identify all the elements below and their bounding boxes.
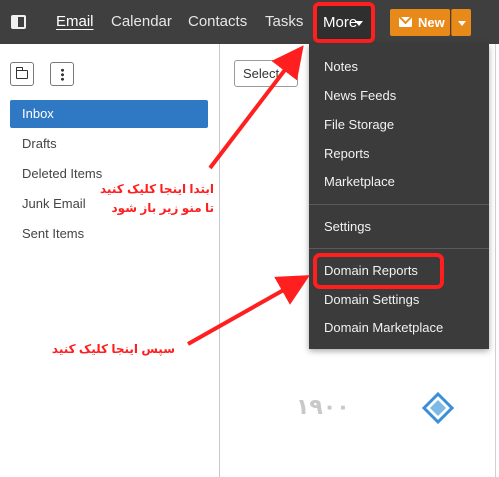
more-menu-button[interactable]: More (313, 2, 375, 43)
folder-inbox[interactable]: Inbox (10, 100, 208, 128)
watermark-diamond-icon (421, 391, 455, 425)
nav-email[interactable]: Email (56, 0, 94, 44)
new-folder-button[interactable] (10, 62, 34, 86)
chevron-down-icon (458, 21, 466, 26)
menu-separator (309, 248, 489, 249)
new-label: New (418, 15, 445, 30)
folder-drafts[interactable]: Drafts (10, 130, 208, 158)
menu-item-notes[interactable]: Notes (309, 53, 489, 81)
menu-item-marketplace[interactable]: Marketplace (309, 168, 489, 196)
annotation-step-one-line2: تا منو زیر باز شود (111, 201, 214, 215)
annotation-step-one-line1: ابتدا اینجا کلیک کنید (99, 182, 214, 196)
menu-separator (309, 204, 489, 205)
chevron-down-icon (355, 21, 363, 26)
top-navigation-bar: Email Calendar Contacts Tasks More New (0, 0, 499, 44)
select-button[interactable]: Select (234, 60, 298, 87)
menu-item-news-feeds[interactable]: News Feeds (309, 82, 489, 110)
watermark-logo: ۱۹۰۰ (296, 388, 456, 428)
panel-divider (495, 44, 496, 477)
annotation-step-one: ابتدا اینجا کلیک کنید تا منو زیر باز شود (99, 180, 214, 218)
more-label: More (323, 14, 358, 31)
menu-item-domain-settings[interactable]: Domain Settings (309, 286, 489, 314)
new-button[interactable]: New (390, 9, 450, 36)
folder-sent-items[interactable]: Sent Items (10, 220, 208, 248)
menu-item-file-storage[interactable]: File Storage (309, 111, 489, 139)
folder-panel: Inbox Drafts Deleted Items Junk Email Se… (0, 44, 220, 477)
sidebar-panel-icon (10, 15, 26, 29)
envelope-icon (399, 17, 412, 27)
folder-icon (15, 67, 28, 79)
more-dropdown-menu: Notes News Feeds File Storage Reports Ma… (309, 44, 489, 349)
menu-item-settings[interactable]: Settings (309, 213, 489, 241)
panel-toggle-button[interactable] (0, 0, 36, 44)
new-dropdown-button[interactable] (451, 9, 471, 36)
nav-contacts[interactable]: Contacts (188, 0, 247, 44)
more-vertical-icon (61, 68, 64, 81)
domain-reports-highlight (313, 253, 444, 289)
annotation-step-two: سپس اینجا کلیک کنید (51, 342, 175, 356)
nav-calendar[interactable]: Calendar (111, 0, 172, 44)
menu-item-domain-marketplace[interactable]: Domain Marketplace (309, 314, 489, 342)
nav-tasks[interactable]: Tasks (265, 0, 303, 44)
folder-options-button[interactable] (50, 62, 74, 86)
menu-item-reports[interactable]: Reports (309, 140, 489, 168)
